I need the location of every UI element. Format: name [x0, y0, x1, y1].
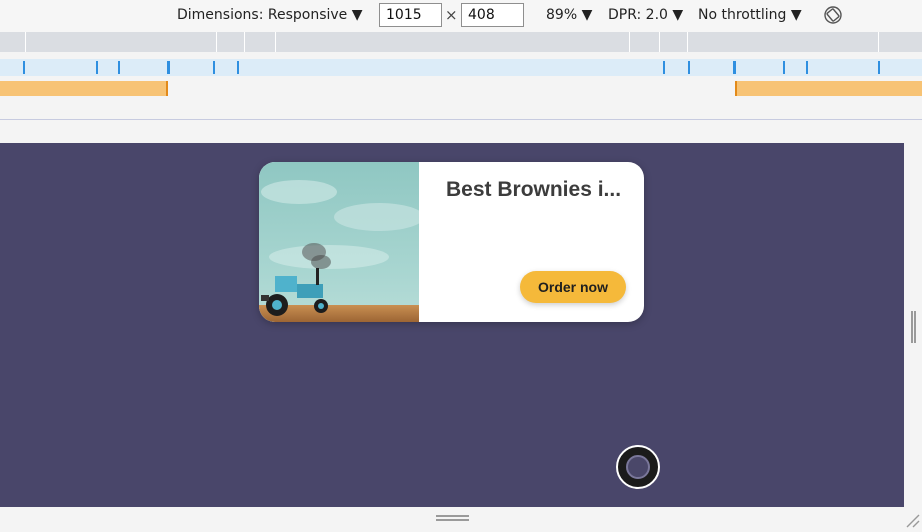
- mq-marker: [96, 61, 98, 74]
- ruler: [0, 119, 922, 120]
- mq-marker: [167, 61, 170, 74]
- tractor-field-image: [259, 162, 419, 322]
- mq-marker: [118, 61, 120, 74]
- zoom-dropdown[interactable]: 89% ▼: [546, 7, 592, 23]
- width-input[interactable]: [379, 3, 442, 27]
- mq-tick: [244, 32, 245, 52]
- dimensions-dropdown[interactable]: Dimensions: Responsive ▼: [177, 7, 363, 23]
- resize-corner-icon[interactable]: [904, 512, 920, 528]
- viewport-resize-handle-right[interactable]: [911, 311, 916, 343]
- viewport-resize-handle-bottom[interactable]: [436, 515, 469, 521]
- mq-marker: [663, 61, 665, 74]
- mq-tick: [216, 32, 217, 52]
- mq-tick: [687, 32, 688, 52]
- product-card: Best Brownies i... Order now: [259, 162, 644, 322]
- media-query-bar-max-width[interactable]: [0, 32, 922, 52]
- mq-tick: [659, 32, 660, 52]
- touch-cursor-icon: [616, 445, 660, 489]
- height-input[interactable]: [461, 3, 524, 27]
- dpr-dropdown[interactable]: DPR: 2.0 ▼: [608, 7, 683, 23]
- mq-tick: [629, 32, 630, 52]
- throttling-dropdown[interactable]: No throttling ▼: [698, 7, 802, 23]
- device-toolbar: Dimensions: Responsive ▼ × 89% ▼ DPR: 2.…: [0, 0, 922, 32]
- media-query-bar-min-width-left[interactable]: [0, 81, 168, 96]
- mq-tick: [25, 32, 26, 52]
- mq-tick: [878, 32, 879, 52]
- order-now-button[interactable]: Order now: [520, 271, 626, 303]
- mq-marker: [688, 61, 690, 74]
- mq-marker: [237, 61, 239, 74]
- mq-marker: [213, 61, 215, 74]
- mq-marker: [806, 61, 808, 74]
- mq-tick: [275, 32, 276, 52]
- media-query-bar-min-width-right[interactable]: [735, 81, 922, 96]
- card-title: Best Brownies i...: [446, 178, 622, 201]
- mq-marker: [23, 61, 25, 74]
- mq-marker: [783, 61, 785, 74]
- rotate-device-icon[interactable]: [823, 5, 843, 25]
- times-glyph: ×: [445, 6, 458, 24]
- mq-marker: [733, 61, 736, 74]
- mq-marker: [878, 61, 880, 74]
